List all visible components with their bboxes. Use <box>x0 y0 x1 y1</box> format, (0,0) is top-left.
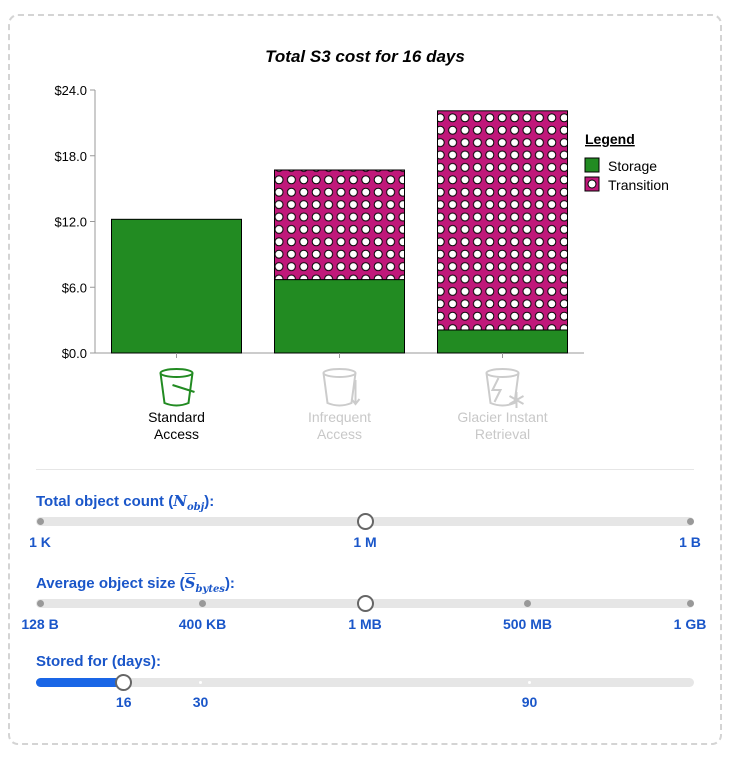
object-count-symbol: N <box>173 492 187 510</box>
object-count-slider[interactable] <box>36 513 694 530</box>
slider-tick-dot <box>686 518 694 525</box>
slider-tick-label: 90 <box>521 694 538 710</box>
legend-label-transition: Transition <box>608 177 669 193</box>
slider-tick-label: 400 KB <box>178 616 227 632</box>
object-size-label: Average object size (Sbytes): <box>36 574 235 595</box>
slider-tick-dot <box>36 600 44 607</box>
y-tick-label: $0.0 <box>62 346 87 361</box>
bucket-glacier-icon[interactable] <box>485 368 524 408</box>
category-label-0[interactable]: Standard Access <box>148 409 205 442</box>
slider-tick-dot <box>528 681 531 684</box>
object-count-label: Total object count (Nobj): <box>36 492 214 513</box>
slider-fill <box>36 678 124 687</box>
slider-tick-label: 500 MB <box>502 616 553 632</box>
y-tick-label: $6.0 <box>62 280 87 295</box>
slider-tick-dot <box>524 600 531 607</box>
object-count-subscript: obj <box>186 502 205 513</box>
slider-tick-dot <box>199 600 206 607</box>
object-size-label-prefix: Average object size ( <box>36 575 185 592</box>
legend: Legend Storage Transition <box>584 131 669 193</box>
bar-storage-0 <box>111 218 242 354</box>
legend-title: Legend <box>585 131 635 147</box>
slider-tick-label: 1 B <box>679 534 701 550</box>
bucket-infrequent-icon[interactable] <box>322 368 361 407</box>
bar-transition-2 <box>437 110 568 331</box>
legend-swatch-storage <box>584 157 600 173</box>
section-divider <box>36 469 694 470</box>
slider-thumb[interactable] <box>356 595 374 612</box>
slider-tick-label: 128 B <box>21 616 59 632</box>
stored-days-slider[interactable] <box>36 674 694 691</box>
slider-tick-label: 1 GB <box>673 616 707 632</box>
slider-tick-label: 1 MB <box>348 616 382 632</box>
slider-tick-dot <box>36 518 44 525</box>
bar-storage-2 <box>437 329 568 354</box>
slider-tick-dot <box>199 681 202 684</box>
bucket-icon[interactable] <box>159 368 195 407</box>
legend-label-storage: Storage <box>608 158 657 174</box>
object-size-subscript: bytes <box>195 584 225 595</box>
object-count-label-suffix: ): <box>204 493 215 510</box>
slider-tick-label: 1 K <box>29 534 51 550</box>
slider-value-label: 16 <box>115 694 132 710</box>
slider-tick-dot <box>686 600 694 607</box>
bar-storage-1 <box>274 279 405 354</box>
y-tick-label: $18.0 <box>54 149 87 164</box>
slider-tick-label: 1 M <box>353 534 377 550</box>
object-size-symbol: S <box>184 574 196 592</box>
stored-days-label: Stored for (days): <box>36 653 162 670</box>
y-tick-label: $12.0 <box>54 215 87 230</box>
category-label-2[interactable]: Glacier Instant Retrieval <box>457 409 547 442</box>
bar-transition-1 <box>274 169 405 281</box>
slider-thumb[interactable] <box>356 513 374 530</box>
category-label-1[interactable]: Infrequent Access <box>308 409 371 442</box>
object-size-slider[interactable] <box>36 595 694 612</box>
object-count-label-prefix: Total object count ( <box>36 493 174 510</box>
chart-title: Total S3 cost for 16 days <box>265 47 465 66</box>
legend-swatch-transition-dot <box>587 179 597 189</box>
y-tick-label: $24.0 <box>54 83 87 98</box>
cost-chart: Total S3 cost for 16 days $0.0 $6.0 $12.0 $… <box>54 47 669 442</box>
object-size-label-suffix: ): <box>224 575 235 592</box>
slider-tick-label: 30 <box>192 694 209 710</box>
